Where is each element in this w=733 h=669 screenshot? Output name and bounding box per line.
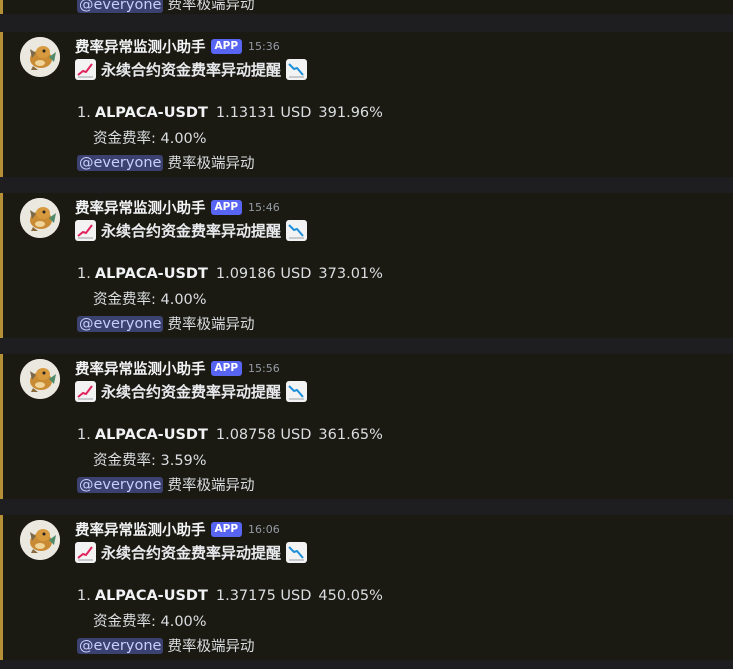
mention-line: @everyone 费率极端异动 [77,313,254,334]
title-text: 永续合约资金费率异动提醒 [101,382,282,401]
list-item: 1. ALPACA-USDT 1.13131 USD 391.96% [77,105,383,121]
message-timestamp[interactable]: 15:56 [248,362,280,375]
message-header: 费率异常监测小助手 APP 16:06 [75,518,280,540]
contract-symbol: ALPACA-USDT [94,266,208,282]
item-number: 1. [77,105,91,121]
everyone-mention[interactable]: @everyone [77,0,164,13]
message-header: 费率异常监测小助手 APP 15:46 [75,196,280,218]
mention-footer-text: 费率极端异动 [167,317,255,333]
item-number: 1. [77,266,91,282]
mention-footer-text: 费率极端异动 [167,639,255,655]
bot-avatar-icon[interactable] [20,198,60,238]
funding-rate: 资金费率: 3.59% [93,453,207,469]
price-change: 391.96% [318,105,383,121]
mention-footer-text: 费率极端异动 [167,0,255,13]
title-text: 永续合约资金费率异动提醒 [101,60,282,79]
funding-rate: 资金费率: 4.00% [93,292,207,308]
bot-avatar-icon[interactable] [20,359,60,399]
contract-symbol: ALPACA-USDT [94,588,208,604]
funding-rate: 资金费率: 4.00% [93,614,207,630]
bot-message: 费率异常监测小助手 APP 15:46 永续合约资金费率异动提醒 1. ALPA… [0,193,733,338]
contract-price: 1.37175 USD [215,588,312,604]
message-title: 永续合约资金费率异动提醒 [75,380,308,402]
app-badge: APP [210,199,243,215]
app-badge: APP [210,38,243,54]
chart-decreasing-emoji-icon [286,380,308,402]
author-name[interactable]: 费率异常监测小助手 [75,519,206,540]
message-title: 永续合约资金费率异动提醒 [75,219,308,241]
chart-decreasing-emoji-icon [286,219,308,241]
everyone-mention[interactable]: @everyone [77,476,164,493]
price-change: 361.65% [318,427,383,443]
bot-message: 费率异常监测小助手 APP 15:56 永续合约资金费率异动提醒 1. ALPA… [0,354,733,499]
bot-message: 费率异常监测小助手 APP 16:06 永续合约资金费率异动提醒 1. ALPA… [0,515,733,660]
message-header: 费率异常监测小助手 APP 15:36 [75,35,280,57]
message-timestamp[interactable]: 16:06 [248,523,280,536]
chart-increasing-emoji-icon [75,58,96,80]
author-name[interactable]: 费率异常监测小助手 [75,197,206,218]
bot-avatar-icon[interactable] [20,520,60,560]
app-badge: APP [210,360,243,376]
mention-line: @everyone 费率极端异动 [77,152,254,173]
mention-footer-text: 费率极端异动 [167,478,255,494]
app-badge: APP [210,521,243,537]
bot-avatar-icon[interactable] [20,37,60,77]
chart-increasing-emoji-icon [75,541,96,563]
mention-line: @everyone 费率极端异动 [77,635,254,656]
chart-increasing-emoji-icon [75,219,96,241]
contract-symbol: ALPACA-USDT [94,427,208,443]
funding-rate: 资金费率: 4.00% [93,131,207,147]
list-item: 1. ALPACA-USDT 1.09186 USD 373.01% [77,266,383,282]
bot-message: 费率异常监测小助手 APP 15:36 永续合约资金费率异动提醒 1. ALPA… [0,32,733,177]
author-name[interactable]: 费率异常监测小助手 [75,36,206,57]
previous-message-tail: @everyone 费率极端异动 [0,0,733,14]
contract-price: 1.08758 USD [215,427,312,443]
title-text: 永续合约资金费率异动提醒 [101,543,282,562]
title-text: 永续合约资金费率异动提醒 [101,221,282,240]
list-item: 1. ALPACA-USDT 1.08758 USD 361.65% [77,427,383,443]
contract-price: 1.09186 USD [215,266,312,282]
message-title: 永续合约资金费率异动提醒 [75,541,308,563]
author-name[interactable]: 费率异常监测小助手 [75,358,206,379]
list-item: 1. ALPACA-USDT 1.37175 USD 450.05% [77,588,383,604]
chart-increasing-emoji-icon [75,380,96,402]
message-timestamp[interactable]: 15:46 [248,201,280,214]
message-title: 永续合约资金费率异动提醒 [75,58,308,80]
previous-mention-line: @everyone 费率极端异动 [77,0,254,14]
message-feed: @everyone 费率极端异动 费率异常监测小助手 APP 15:36 永续合… [0,0,733,669]
price-change: 373.01% [318,266,383,282]
mention-footer-text: 费率极端异动 [167,156,255,172]
chart-decreasing-emoji-icon [286,541,308,563]
message-header: 费率异常监测小助手 APP 15:56 [75,357,280,379]
message-timestamp[interactable]: 15:36 [248,40,280,53]
everyone-mention[interactable]: @everyone [77,154,164,171]
item-number: 1. [77,588,91,604]
mention-line: @everyone 费率极端异动 [77,474,254,495]
chart-decreasing-emoji-icon [286,58,308,80]
contract-symbol: ALPACA-USDT [94,105,208,121]
price-change: 450.05% [318,588,383,604]
everyone-mention[interactable]: @everyone [77,315,164,332]
item-number: 1. [77,427,91,443]
everyone-mention[interactable]: @everyone [77,637,164,654]
contract-price: 1.13131 USD [215,105,312,121]
